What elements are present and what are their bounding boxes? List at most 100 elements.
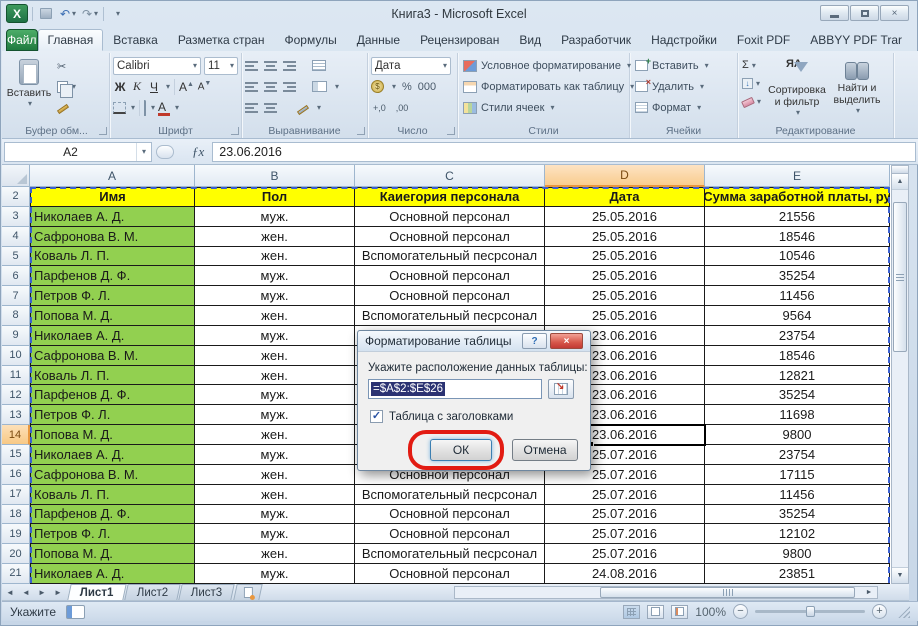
merge-center-button[interactable] xyxy=(312,81,327,92)
fill-button[interactable]: ↓▾ xyxy=(741,75,767,91)
row-header[interactable]: 3 xyxy=(2,207,30,227)
scroll-down-button[interactable]: ▼ xyxy=(892,567,908,583)
row-header[interactable]: 9 xyxy=(2,326,30,346)
cell-sum[interactable]: 9564 xyxy=(705,306,890,326)
underline-button[interactable]: Ч xyxy=(147,80,161,94)
cell-date[interactable]: 25.05.2016 xyxy=(545,207,705,227)
decrease-indent-button[interactable] xyxy=(245,103,258,113)
conditional-formatting-button[interactable]: Условное форматирование ▾ xyxy=(461,55,626,76)
tab-8[interactable]: Надстройки xyxy=(641,29,727,51)
cell-sex[interactable]: жен. xyxy=(195,227,355,247)
cell-sex[interactable]: муж. xyxy=(195,266,355,286)
cell-name[interactable]: Петров Ф. Л. xyxy=(30,524,195,544)
column-header-E[interactable]: E xyxy=(705,165,890,187)
cell-name[interactable]: Попова М. Д. xyxy=(30,544,195,564)
restore-button[interactable] xyxy=(850,5,879,21)
row-header[interactable]: 7 xyxy=(2,286,30,306)
sheet-tab-Лист1[interactable]: Лист1 xyxy=(67,584,126,600)
align-right-button[interactable] xyxy=(283,82,296,92)
format-painter-button[interactable] xyxy=(55,98,106,115)
excel-logo-icon[interactable]: X xyxy=(6,4,28,23)
font-color-button[interactable]: А xyxy=(158,100,170,116)
undo-button[interactable]: ↶▾ xyxy=(59,5,77,22)
cell-name[interactable]: Сафронова В. М. xyxy=(30,346,195,366)
cell-sum[interactable]: 23754 xyxy=(705,445,890,465)
page-break-view-button[interactable] xyxy=(671,605,688,619)
tab-0[interactable]: Главная xyxy=(38,29,104,51)
cell-name[interactable]: Николаев А. Д. xyxy=(30,326,195,346)
find-select-button[interactable]: Найти и выделить ▾ xyxy=(827,55,887,117)
row-header[interactable]: 2 xyxy=(2,187,30,207)
shrink-font-button[interactable]: А▼ xyxy=(197,80,212,92)
cell-date[interactable]: 25.07.2016 xyxy=(545,544,705,564)
cell-date[interactable]: 25.05.2016 xyxy=(545,247,705,267)
chevron-down-icon[interactable]: ▾ xyxy=(136,143,151,161)
tab-6[interactable]: Вид xyxy=(509,29,551,51)
scrollbar-split-handle[interactable] xyxy=(892,166,908,174)
italic-button[interactable]: К xyxy=(130,79,144,94)
cell-sum[interactable]: 12821 xyxy=(705,366,890,386)
number-format-select[interactable]: Дата▾ xyxy=(371,57,451,75)
last-sheet-button[interactable]: ► xyxy=(50,584,66,600)
cell-sum[interactable]: 10546 xyxy=(705,247,890,267)
zoom-level[interactable]: 100% xyxy=(695,605,726,619)
prev-sheet-button[interactable]: ◄ xyxy=(18,584,34,600)
redo-button[interactable]: ↷▾ xyxy=(81,5,99,22)
close-button[interactable]: × xyxy=(880,5,909,21)
dialog-launcher-icon[interactable] xyxy=(447,127,455,135)
range-input[interactable]: =$A$2:$E$26 xyxy=(368,379,542,399)
formula-bar-options-button[interactable] xyxy=(156,145,174,159)
save-button[interactable] xyxy=(37,5,55,22)
cell-sum[interactable]: 9800 xyxy=(705,425,890,445)
cell-name[interactable]: Парфенов Д. Ф. xyxy=(30,266,195,286)
vertical-scrollbar-thumb[interactable] xyxy=(893,202,907,352)
cell-date[interactable]: 25.07.2016 xyxy=(545,505,705,525)
cell-sex[interactable]: муж. xyxy=(195,405,355,425)
cell-name[interactable]: Попова М. Д. xyxy=(30,306,195,326)
cell-sex[interactable]: муж. xyxy=(195,286,355,306)
percent-style-button[interactable]: % xyxy=(402,81,412,93)
cell-name[interactable]: Коваль Л. П. xyxy=(30,366,195,386)
cell-sex[interactable]: жен. xyxy=(195,425,355,445)
row-header[interactable]: 15 xyxy=(2,445,30,465)
cell-name[interactable]: Коваль Л. П. xyxy=(30,485,195,505)
headers-checkbox[interactable]: ✓ xyxy=(370,410,383,423)
cell-date[interactable]: 25.05.2016 xyxy=(545,266,705,286)
tab-9[interactable]: Foxit PDF xyxy=(727,29,800,51)
scroll-up-button[interactable]: ▲ xyxy=(892,174,908,190)
cell-category[interactable]: Вспомогательный песрсонал xyxy=(355,247,545,267)
comma-style-button[interactable]: 000 xyxy=(418,81,436,93)
align-top-button[interactable] xyxy=(245,61,258,71)
clear-button[interactable]: ▾ xyxy=(741,93,767,109)
tab-1[interactable]: Вставка xyxy=(103,29,168,51)
cell-name[interactable]: Парфенов Д. Ф. xyxy=(30,385,195,405)
cell-name[interactable]: Сафронова В. М. xyxy=(30,465,195,485)
cell-styles-button[interactable]: Стили ячеек ▾ xyxy=(461,97,626,118)
tab-file[interactable]: Файл xyxy=(6,29,38,51)
cell-sum[interactable]: 12102 xyxy=(705,524,890,544)
sort-filter-button[interactable]: ЯА Сортировка и фильтр ▾ xyxy=(767,55,827,117)
tab-10[interactable]: ABBYY PDF Trar xyxy=(800,29,912,51)
zoom-in-button[interactable]: + xyxy=(872,604,887,619)
cell-name[interactable]: Петров Ф. Л. xyxy=(30,286,195,306)
tab-3[interactable]: Формулы xyxy=(274,29,346,51)
zoom-slider[interactable] xyxy=(755,610,865,613)
column-header-D[interactable]: D xyxy=(545,165,705,187)
increase-decimal-button[interactable]: +,0 xyxy=(371,102,388,114)
align-bottom-button[interactable] xyxy=(283,61,296,71)
column-header-C[interactable]: C xyxy=(355,165,545,187)
cell-sex[interactable]: муж. xyxy=(195,524,355,544)
bold-button[interactable]: Ж xyxy=(113,80,127,94)
tab-4[interactable]: Данные xyxy=(347,29,410,51)
fill-color-button[interactable] xyxy=(144,101,146,115)
cell-sex[interactable]: жен. xyxy=(195,366,355,386)
first-sheet-button[interactable]: ◄ xyxy=(2,584,18,600)
cell-name[interactable]: Петров Ф. Л. xyxy=(30,405,195,425)
align-center-button[interactable] xyxy=(264,82,277,92)
row-header[interactable]: 18 xyxy=(2,505,30,525)
cell-name[interactable]: Николаев А. Д. xyxy=(30,207,195,227)
cell-name[interactable]: Николаев А. Д. xyxy=(30,564,195,584)
tab-2[interactable]: Разметка стран xyxy=(168,29,275,51)
cell-date[interactable]: 25.05.2016 xyxy=(545,306,705,326)
row-header[interactable]: 12 xyxy=(2,385,30,405)
